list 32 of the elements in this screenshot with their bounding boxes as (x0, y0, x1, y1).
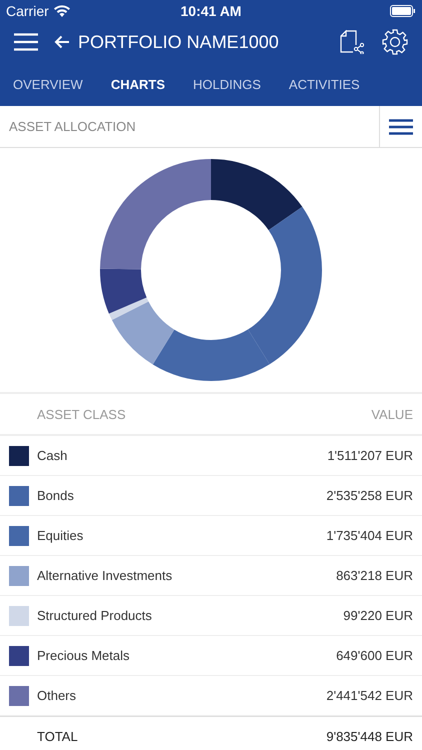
tab[interactable]: HOLDINGS (184, 62, 270, 106)
asset-value: 1'511'207 EUR (327, 448, 413, 463)
battery-icon (390, 5, 416, 17)
back-arrow-icon[interactable] (54, 35, 70, 49)
total-value: 9'835'448 EUR (326, 728, 413, 744)
asset-class-name: Alternative Investments (37, 568, 174, 583)
asset-value: 2'441'542 EUR (326, 688, 413, 703)
total-label: TOTAL (37, 728, 79, 744)
section-title: ASSET ALLOCATION (8, 119, 137, 134)
column-header: ASSET CLASS (37, 406, 126, 422)
asset-value: 99'220 EUR (343, 608, 413, 623)
asset-class-name: Bonds (37, 488, 75, 503)
asset-value: 649'600 EUR (336, 648, 413, 663)
asset-value: 1'735'404 EUR (326, 528, 413, 543)
asset-value: 2'535'258 EUR (326, 488, 413, 503)
settings-icon[interactable] (382, 29, 408, 55)
asset-class-name: Precious Metals (37, 648, 130, 663)
tab[interactable]: OVERVIEW (4, 62, 92, 106)
status-time: 10:41 AM (180, 3, 242, 19)
column-header: VALUE (371, 406, 413, 422)
tab[interactable]: CHARTS (102, 62, 174, 106)
carrier-name: Carrier (6, 3, 49, 19)
wifi-icon (54, 5, 70, 17)
tab[interactable]: ACTIVITIES (280, 62, 369, 106)
asset-class-name: Structured Products (37, 608, 153, 623)
share-document-icon[interactable] (340, 30, 364, 54)
asset-class-name: Cash (37, 448, 68, 463)
asset-class-name: Others (37, 688, 78, 703)
asset-value: 863'218 EUR (336, 568, 413, 583)
asset-class-name: Equities (37, 528, 84, 543)
menu-icon[interactable] (389, 118, 413, 134)
portfolio-title: PORTFOLIO NAME1000 (78, 32, 280, 52)
